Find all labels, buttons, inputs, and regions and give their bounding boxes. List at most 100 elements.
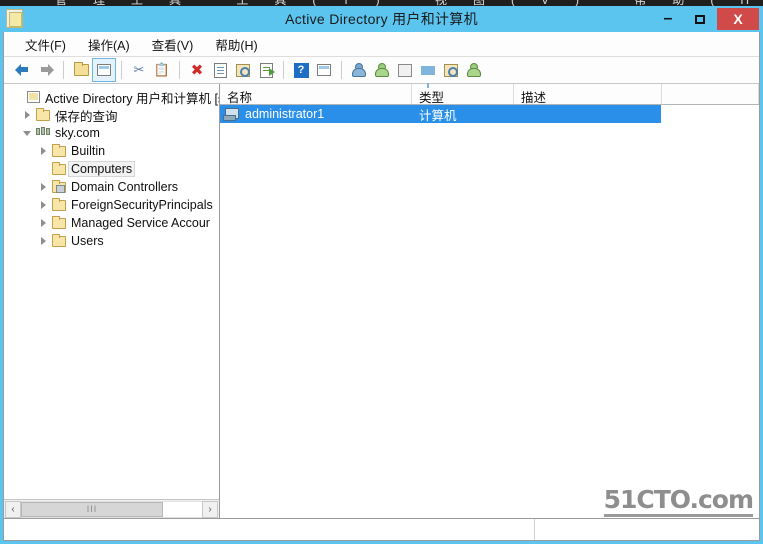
new-group-icon: [374, 63, 390, 77]
window-title: Active Directory 用户和计算机: [285, 11, 478, 27]
refresh-button[interactable]: [232, 59, 254, 81]
status-right-text: [534, 519, 759, 540]
show-hide-console-tree-button[interactable]: [92, 58, 116, 82]
export-list-button[interactable]: [255, 59, 277, 81]
tree-expander-collapsed[interactable]: [36, 237, 50, 245]
tree-item-label: Users: [71, 234, 104, 248]
tree-expander-expanded[interactable]: [20, 130, 34, 136]
saved-query-icon: [466, 63, 482, 77]
console-window-icon: [6, 9, 23, 28]
ad-users-and-computers-window: Active Directory 用户和计算机 – X 文件(F) 操作(A) …: [0, 6, 763, 544]
tree-item-label: sky.com: [55, 126, 100, 140]
folder-icon: [50, 143, 68, 157]
domain-icon: [34, 126, 52, 140]
results-list-pane: 名称 类型 描述 administrator1 计算机 51CTO.com: [220, 84, 759, 518]
up-one-level-button[interactable]: [70, 59, 92, 81]
export-list-icon: [259, 62, 275, 78]
find-button[interactable]: [440, 59, 462, 81]
scroll-right-button[interactable]: ›: [202, 500, 218, 518]
tree-item-foreign-security-principals[interactable]: ForeignSecurityPrincipals: [4, 196, 219, 214]
folder-icon: [34, 107, 52, 121]
watermark-line1: 51CTO.com: [603, 487, 754, 517]
new-group-button[interactable]: [371, 59, 393, 81]
tree-expander-collapsed[interactable]: [36, 201, 50, 209]
delete-button[interactable]: ✖: [186, 59, 208, 81]
close-button[interactable]: X: [716, 7, 760, 31]
paste-button[interactable]: 📋: [151, 59, 173, 81]
forward-button[interactable]: [35, 59, 57, 81]
status-left-text: [4, 519, 534, 540]
folder-icon: [50, 197, 68, 211]
scroll-left-button[interactable]: ‹: [5, 500, 21, 518]
help-button[interactable]: ?: [290, 59, 312, 81]
scroll-track[interactable]: III: [21, 500, 202, 518]
folder-icon: [50, 233, 68, 247]
toolbar-separator: [341, 61, 342, 79]
tree-item-domain-controllers[interactable]: Domain Controllers: [4, 178, 219, 196]
filter-button[interactable]: [417, 59, 439, 88]
folder-icon: [50, 161, 68, 175]
toolbar-separator: [179, 61, 180, 79]
cell-name: administrator1: [245, 107, 325, 121]
tree-expander-collapsed[interactable]: [36, 183, 50, 191]
tree-expander-collapsed[interactable]: [20, 111, 34, 119]
new-user-button[interactable]: [348, 59, 370, 81]
desktop-background: 管理工具 工具(T) 视图(V) 帮助(H) Active Directory …: [0, 0, 763, 544]
properties-button[interactable]: [209, 59, 231, 81]
console-tree: Active Directory 用户和计算机 [s 保存的查询 sky.com: [4, 84, 219, 499]
tree-item-root[interactable]: Active Directory 用户和计算机 [s: [4, 88, 219, 106]
window-client-area: 文件(F) 操作(A) 查看(V) 帮助(H) ✂ 📋 ✖ ? Active D…: [3, 32, 760, 541]
tree-item-label: Domain Controllers: [71, 180, 178, 194]
new-user-icon: [351, 63, 367, 77]
delete-x-icon: ✖: [190, 62, 204, 79]
properties-icon: [213, 62, 227, 78]
toolbar-separator: [121, 61, 122, 79]
menu-view[interactable]: 查看(V): [141, 32, 205, 57]
tree-item-builtin[interactable]: Builtin: [4, 142, 219, 160]
forward-arrow-icon: [38, 64, 54, 76]
list-column-headers: 名称 类型 描述: [220, 84, 759, 105]
tree-item-users[interactable]: Users: [4, 232, 219, 250]
cut-button[interactable]: ✂: [128, 59, 150, 81]
minimize-button[interactable]: –: [652, 7, 684, 31]
tree-horizontal-scrollbar[interactable]: ‹ III ›: [4, 499, 219, 518]
back-button[interactable]: [12, 59, 34, 81]
tree-item-computers[interactable]: Computers: [4, 160, 219, 178]
tree-expander-collapsed[interactable]: [36, 219, 50, 227]
menu-file[interactable]: 文件(F): [14, 32, 77, 57]
toolbar-separator: [63, 61, 64, 79]
folder-dc-icon: [50, 179, 68, 193]
tree-item-label: ForeignSecurityPrincipals: [71, 198, 213, 212]
refresh-icon: [236, 63, 250, 77]
tree-item-saved-queries[interactable]: 保存的查询: [4, 106, 219, 124]
new-ou-button[interactable]: [394, 59, 416, 81]
tree-item-managed-service-accounts[interactable]: Managed Service Accour: [4, 214, 219, 232]
help-icon: ?: [293, 62, 309, 78]
tree-item-label: 保存的查询: [55, 109, 118, 124]
window-titlebar[interactable]: Active Directory 用户和计算机 – X: [3, 6, 760, 32]
maximize-button[interactable]: [684, 7, 716, 31]
column-header-extra[interactable]: [662, 84, 759, 104]
scroll-thumb[interactable]: III: [21, 501, 163, 517]
saved-query-button[interactable]: [463, 59, 485, 81]
new-ou-icon: [398, 63, 412, 77]
menu-help[interactable]: 帮助(H): [204, 32, 268, 57]
table-row[interactable]: administrator1 计算机: [220, 105, 661, 123]
tree-item-sky-com[interactable]: sky.com: [4, 124, 219, 142]
tree-expander-collapsed[interactable]: [36, 147, 50, 155]
toolbar-separator: [283, 61, 284, 79]
paste-clipboard-icon: 📋: [153, 62, 171, 77]
statusbar: [4, 518, 759, 540]
column-header-description[interactable]: 描述: [514, 84, 662, 105]
show-hide-console-tree-icon: [97, 64, 111, 76]
up-folder-icon: [73, 62, 89, 76]
back-arrow-icon: [15, 64, 31, 76]
toolbar: ✂ 📋 ✖ ?: [4, 57, 759, 88]
filter-icon: [421, 65, 435, 88]
tree-item-label: Builtin: [71, 144, 106, 158]
console-tree-pane: Active Directory 用户和计算机 [s 保存的查询 sky.com: [4, 84, 220, 518]
show-hide-action-pane-button[interactable]: [313, 59, 335, 81]
window-controls: – X: [652, 6, 760, 32]
column-header-name[interactable]: 名称: [220, 84, 412, 105]
menu-action[interactable]: 操作(A): [77, 32, 141, 57]
